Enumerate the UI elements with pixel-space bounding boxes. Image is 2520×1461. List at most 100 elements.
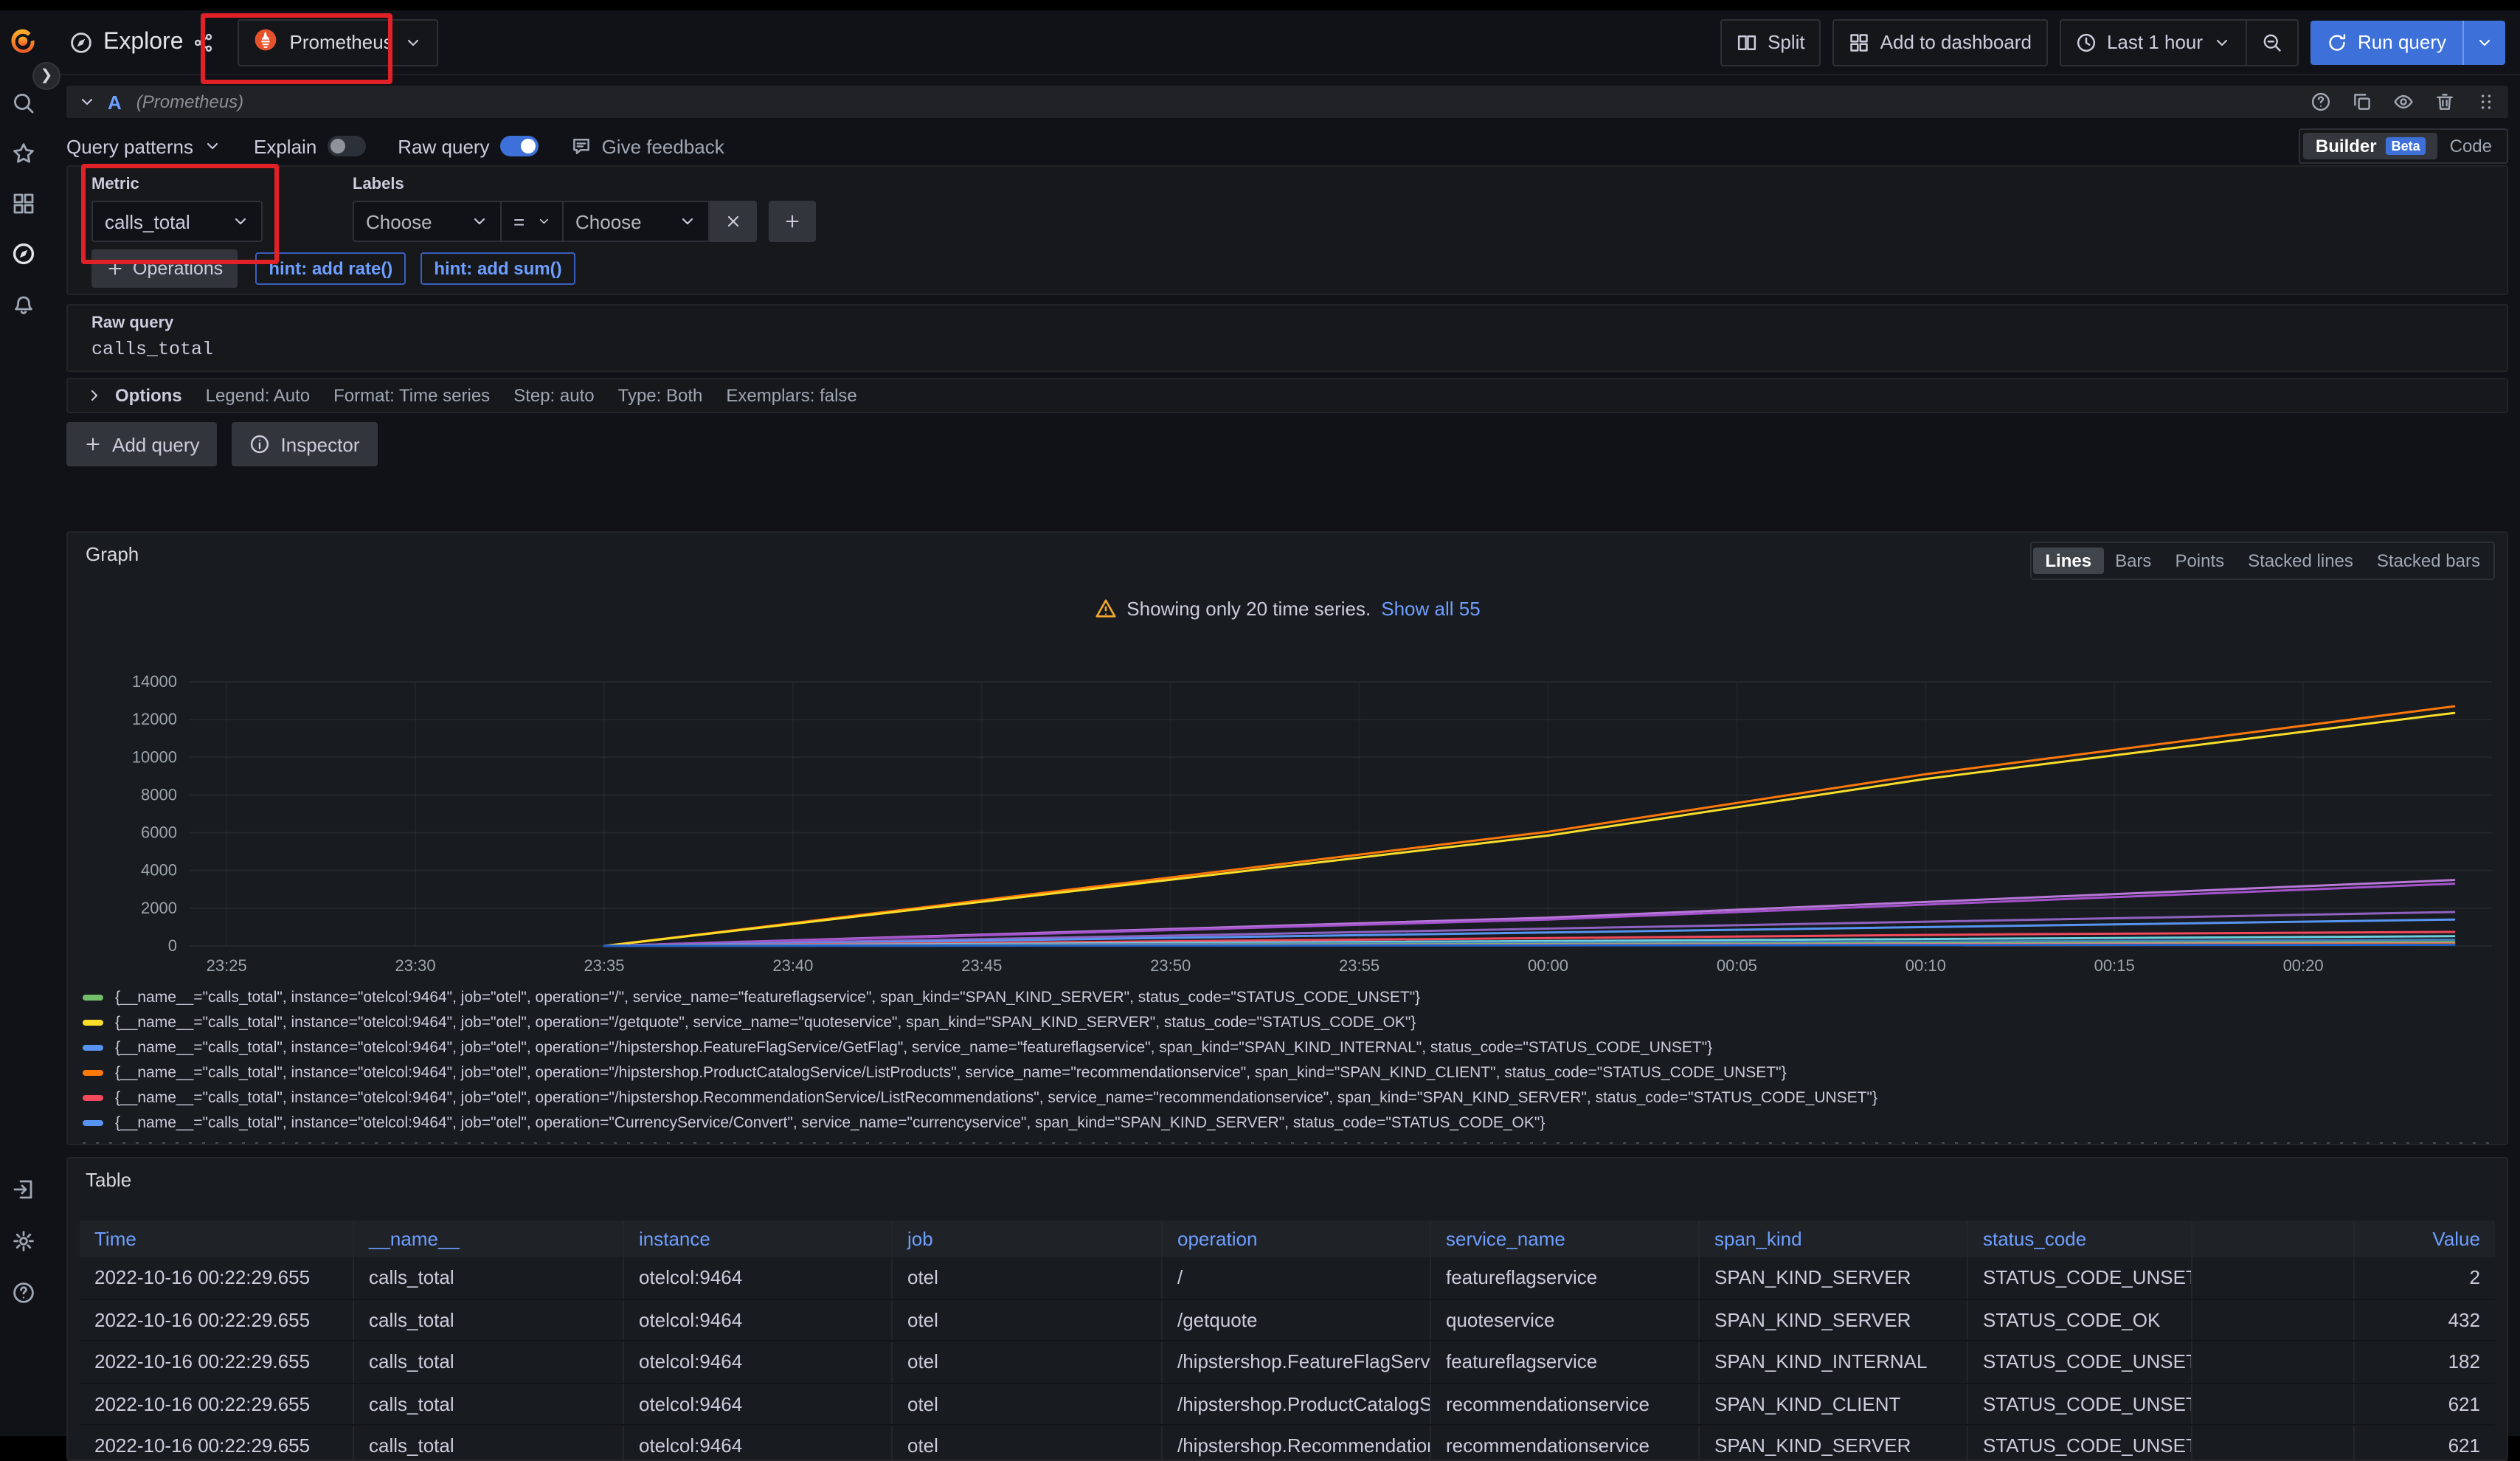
time-series-chart[interactable]: 23:2523:3023:3523:4023:4523:5023:5500:00…	[80, 669, 2495, 986]
y-tick-label: 10000	[132, 747, 177, 766]
query-patterns-button[interactable]: Query patterns	[66, 135, 221, 157]
graph-mode-bars[interactable]: Bars	[2103, 548, 2163, 574]
legend-label: {__name__="calls_total", instance="otelc…	[115, 1113, 1545, 1131]
x-tick-label: 00:15	[2094, 956, 2135, 975]
search-icon[interactable]	[0, 91, 46, 115]
options-header[interactable]: Options	[86, 385, 182, 406]
table-cell: /	[1163, 1257, 1431, 1298]
metric-select[interactable]: calls_total	[91, 201, 263, 242]
chevron-down-icon	[536, 213, 550, 230]
table-cell: otelcol:9464	[624, 1384, 893, 1424]
table-cell: /hipstershop.FeatureFlagServi…	[1163, 1341, 1431, 1382]
builder-mode-button[interactable]: Builder Beta	[2304, 133, 2438, 159]
sidebar-expand-button[interactable]: ❯	[32, 62, 60, 90]
add-operation-button[interactable]: Operations	[91, 249, 238, 288]
column-header-job[interactable]: job	[893, 1220, 1163, 1257]
zoom-out-button[interactable]	[2246, 20, 2297, 64]
apps-icon[interactable]	[0, 192, 46, 215]
y-tick-label: 6000	[141, 823, 177, 842]
sign-in-icon[interactable]	[0, 1178, 46, 1201]
table-cell: 2022-10-16 00:22:29.655	[80, 1299, 354, 1340]
help-icon[interactable]	[0, 1281, 46, 1305]
query-hint-button-0[interactable]: hint: add rate()	[255, 252, 406, 285]
label-key-select[interactable]: Choose	[353, 201, 500, 242]
column-header-operation[interactable]: operation	[1163, 1220, 1431, 1257]
label-value-select[interactable]: Choose	[562, 201, 710, 242]
label-operator-select[interactable]: =	[500, 201, 562, 242]
table-cell: STATUS_CODE_UNSET	[1968, 1257, 2192, 1298]
split-button[interactable]: Split	[1720, 18, 1821, 66]
table-cell: 182	[2355, 1341, 2495, 1382]
column-header-service_name[interactable]: service_name	[1431, 1220, 1700, 1257]
table-cell: SPAN_KIND_SERVER	[1700, 1299, 1968, 1340]
share-icon[interactable]	[194, 32, 215, 52]
grafana-logo[interactable]	[0, 26, 46, 58]
compass-icon	[69, 30, 93, 54]
series-dark-blue	[604, 944, 2454, 946]
comment-icon	[571, 136, 592, 156]
time-range-button[interactable]: Last 1 hour	[2061, 20, 2246, 64]
bell-icon[interactable]	[0, 292, 46, 316]
chevron-down-icon	[232, 213, 249, 230]
code-mode-button[interactable]: Code	[2438, 133, 2504, 159]
sync-icon	[2327, 32, 2347, 52]
gear-icon[interactable]	[0, 1229, 46, 1253]
legend-label: {__name__="calls_total", instance="otelc…	[115, 1088, 1877, 1106]
graph-mode-points[interactable]: Points	[2163, 548, 2236, 574]
trash-icon[interactable]	[2434, 91, 2455, 112]
column-header-span_kind[interactable]: span_kind	[1700, 1220, 1968, 1257]
table-cell: 2022-10-16 00:22:29.655	[80, 1341, 354, 1382]
show-all-series-link[interactable]: Show all 55	[1381, 598, 1480, 620]
table-cell: otel	[893, 1426, 1163, 1461]
column-header-__name__[interactable]: __name__	[354, 1220, 624, 1257]
column-header-instance[interactable]: instance	[624, 1220, 893, 1257]
legend-row[interactable]: {__name__="calls_total", instance="otelc…	[83, 984, 2492, 1009]
table-cell: 2022-10-16 00:22:29.655	[80, 1257, 354, 1298]
column-header-Value[interactable]: Value	[2355, 1220, 2495, 1257]
legend-row[interactable]: {__name__="calls_total", instance="otelc…	[83, 1060, 2492, 1085]
legend-row[interactable]: {__name__="calls_total", instance="otelc…	[83, 1035, 2492, 1060]
legend-row[interactable]: {__name__="calls_total", instance="otelc…	[83, 1009, 2492, 1035]
raw-query-toggle[interactable]: Raw query	[398, 135, 538, 157]
legend-label: {__name__="calls_total", instance="otelc…	[115, 1038, 1712, 1056]
table-cell: calls_total	[354, 1257, 624, 1298]
series-limit-warning: Showing only 20 time series. Show all 55	[68, 598, 2507, 620]
add-to-dashboard-button[interactable]: Add to dashboard	[1833, 18, 2048, 66]
table-row: 2022-10-16 00:22:29.655calls_totalotelco…	[80, 1299, 2495, 1341]
legend-row[interactable]: {__name__="calls_total", instance="otelc…	[83, 1110, 2492, 1135]
run-query-dropdown[interactable]	[2462, 20, 2505, 64]
inspector-button[interactable]: Inspector	[232, 422, 378, 466]
explain-toggle[interactable]: Explain	[254, 135, 365, 157]
copy-icon[interactable]	[2352, 91, 2372, 112]
query-hint-button-1[interactable]: hint: add sum()	[420, 252, 575, 285]
graph-mode-stacked-lines[interactable]: Stacked lines	[2236, 548, 2365, 574]
x-tick-label: 23:40	[772, 956, 813, 975]
question-circle-icon[interactable]	[2310, 91, 2331, 112]
x-tick-label: 23:45	[961, 956, 1002, 975]
chart-svg: 23:2523:3023:3523:4023:4523:5023:5500:00…	[80, 669, 2495, 986]
raw-query-label: Raw query	[91, 314, 2483, 332]
run-query-button[interactable]: Run query	[2310, 20, 2505, 64]
x-tick-label: 00:20	[2283, 956, 2324, 975]
column-header-status_code[interactable]: status_code	[1968, 1220, 2192, 1257]
graph-mode-stacked-bars[interactable]: Stacked bars	[2365, 548, 2492, 574]
remove-label-filter-button[interactable]	[710, 201, 757, 242]
table-cell: calls_total	[354, 1426, 624, 1461]
query-row-actions	[2310, 91, 2496, 112]
query-row-header[interactable]: A (Prometheus)	[66, 86, 2508, 118]
column-header-Time[interactable]: Time	[80, 1220, 354, 1257]
add-query-button[interactable]: Add query	[66, 422, 218, 466]
explore-compass-icon[interactable]	[0, 242, 46, 266]
graph-mode-lines[interactable]: Lines	[2033, 548, 2103, 574]
add-label-filter-button[interactable]	[769, 201, 816, 242]
datasource-picker[interactable]: Prometheus	[238, 18, 439, 66]
star-icon[interactable]	[0, 142, 46, 165]
eye-icon[interactable]	[2393, 91, 2414, 112]
drag-handle-icon[interactable]	[2476, 91, 2496, 112]
table-row: 2022-10-16 00:22:29.655calls_totalotelco…	[80, 1384, 2495, 1426]
table-cell: otel	[893, 1384, 1163, 1424]
chevron-down-icon	[471, 213, 488, 230]
give-feedback-button[interactable]: Give feedback	[571, 135, 724, 157]
table-cell: otel	[893, 1257, 1163, 1298]
legend-row[interactable]: {__name__="calls_total", instance="otelc…	[83, 1085, 2492, 1110]
